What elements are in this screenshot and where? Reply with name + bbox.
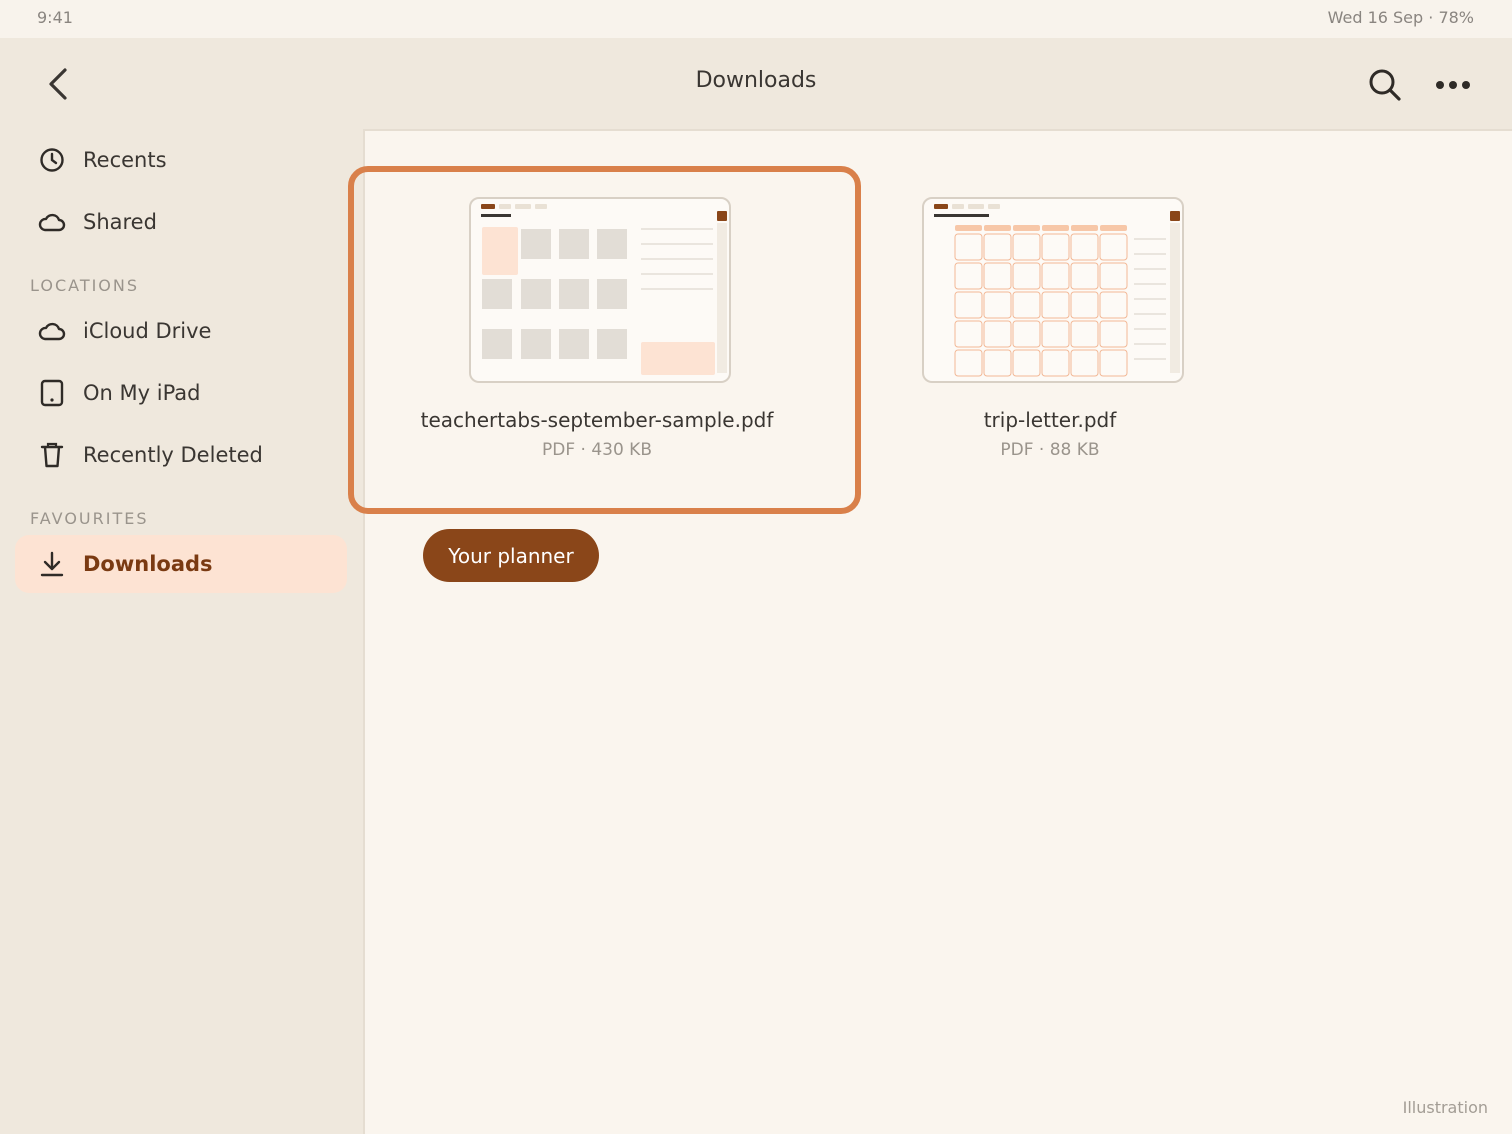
clock-icon [38,146,66,174]
sidebar-item-label: Recents [83,148,167,172]
sidebar-item-on-my-ipad[interactable]: On My iPad [15,364,347,422]
file-name: trip-letter.pdf [983,408,1117,432]
illustration-caption: Illustration [1402,1098,1488,1117]
ipad-icon [38,379,66,407]
file-meta: PDF · 88 KB [1000,440,1100,460]
header: Downloads [0,38,1512,129]
cloud-icon [38,208,66,236]
sidebar-item-label: Recently Deleted [83,443,263,467]
locations-heading: LOCATIONS [30,276,140,295]
status-bar: 9:41 Wed 16 Sep · 78% [0,0,1512,38]
search-icon [1369,69,1401,101]
sidebar-item-label: iCloud Drive [83,319,212,343]
sidebar-item-recents[interactable]: Recents [15,131,347,189]
trash-icon [38,441,66,469]
download-icon [38,550,66,578]
status-time: 9:41 [37,8,73,27]
search-button[interactable] [1366,66,1404,104]
sidebar-item-label: On My iPad [83,381,201,405]
sidebar-item-label: Shared [83,210,157,234]
page-title: Downloads [695,68,817,93]
sidebar: Recents Shared LOCATIONS iCloud Drive On… [0,129,363,1134]
favourites-heading: FAVOURITES [30,509,149,528]
more-button[interactable] [1430,66,1476,104]
file-thumbnail[interactable] [922,197,1184,383]
your-planner-button[interactable]: Your planner [423,529,599,582]
calendar-thumbnail-icon [481,204,727,375]
file-name: teachertabs-september-sample.pdf [420,408,774,432]
weekly-planner-thumbnail-icon [934,204,1180,377]
sidebar-item-shared[interactable]: Shared [15,193,347,251]
status-date-battery: Wed 16 Sep · 78% [1327,8,1474,27]
sidebar-item-recently-deleted[interactable]: Recently Deleted [15,426,347,484]
file-meta: PDF · 430 KB [542,440,652,460]
sidebar-item-icloud-drive[interactable]: iCloud Drive [15,302,347,360]
cloud-icon [38,317,66,345]
sidebar-item-label: Downloads [83,552,213,576]
file-thumbnail[interactable] [469,197,731,383]
more-icon [1436,81,1470,89]
sidebar-item-downloads[interactable]: Downloads [15,535,347,593]
